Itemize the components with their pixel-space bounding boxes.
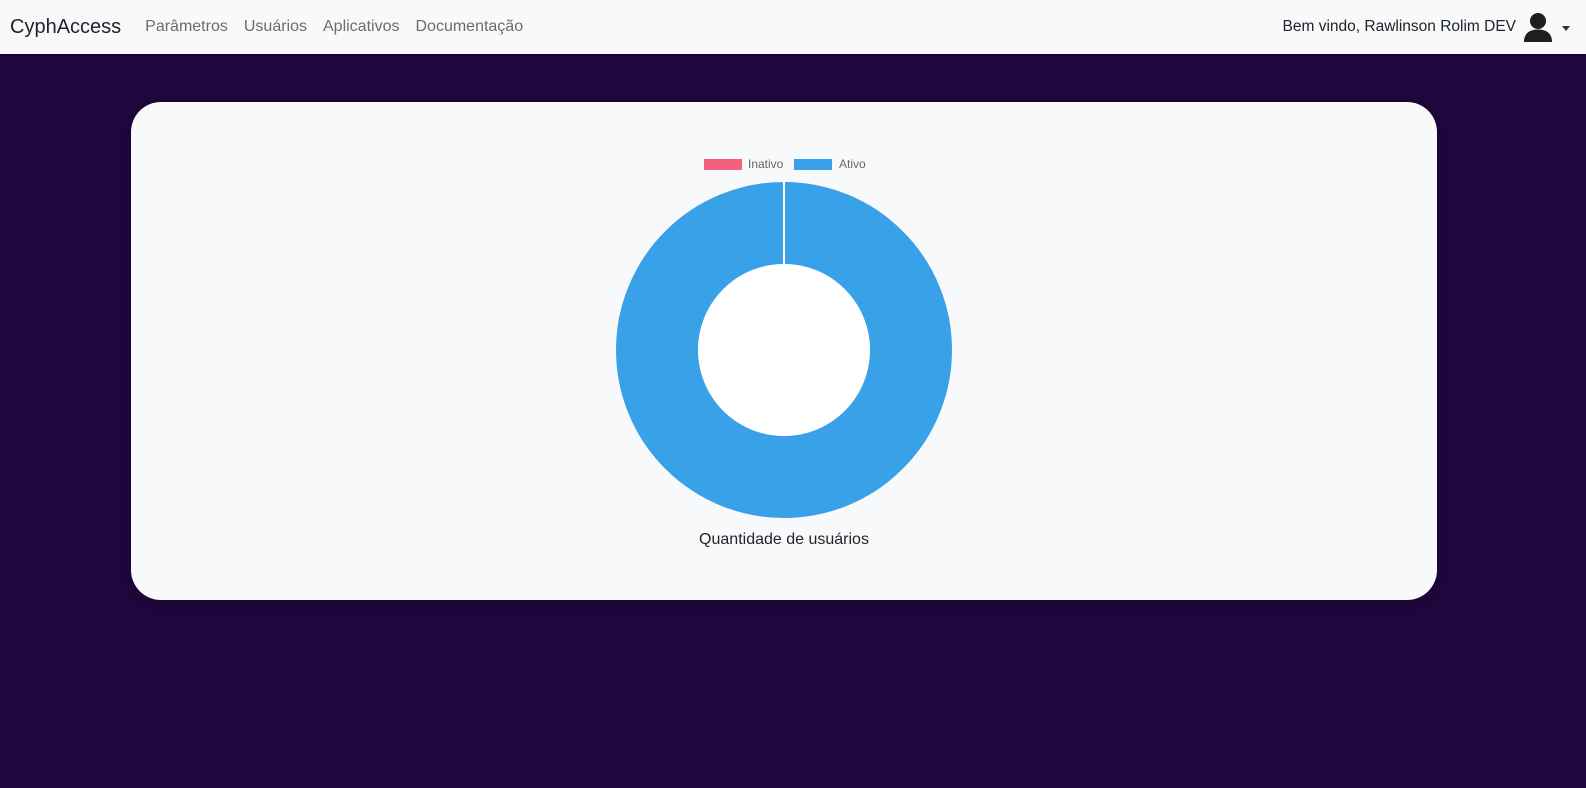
nav-link-documentacao[interactable]: Documentação xyxy=(415,18,523,36)
legend-label-inativo[interactable]: Inativo xyxy=(748,157,784,171)
brand-link[interactable]: CyphAccess xyxy=(10,16,121,39)
user-menu-toggle[interactable]: Bem vindo, Rawlinson Rolim DEV xyxy=(1283,11,1576,43)
welcome-text: Bem vindo, Rawlinson Rolim DEV xyxy=(1282,18,1516,35)
top-navbar: CyphAccess Parâmetros Usuários Aplicativ… xyxy=(0,0,1586,54)
user-icon xyxy=(1524,13,1552,42)
caret-down-icon xyxy=(1562,25,1570,31)
doughnut-hole xyxy=(698,264,870,436)
legend-swatch-inativo[interactable] xyxy=(704,159,742,170)
nav-links: Parâmetros Usuários Aplicativos Document… xyxy=(145,18,523,36)
user-status-doughnut-chart: Inativo Ativo xyxy=(616,157,952,518)
chart-caption: Quantidade de usuários xyxy=(699,531,869,548)
nav-link-aplicativos[interactable]: Aplicativos xyxy=(323,18,399,36)
legend-label-ativo[interactable]: Ativo xyxy=(839,157,866,171)
legend-swatch-ativo[interactable] xyxy=(794,159,832,170)
nav-link-parametros[interactable]: Parâmetros xyxy=(145,18,228,36)
nav-link-usuarios[interactable]: Usuários xyxy=(244,18,307,36)
chart-card: Inativo Ativo Quantidade de usuários xyxy=(131,102,1437,600)
